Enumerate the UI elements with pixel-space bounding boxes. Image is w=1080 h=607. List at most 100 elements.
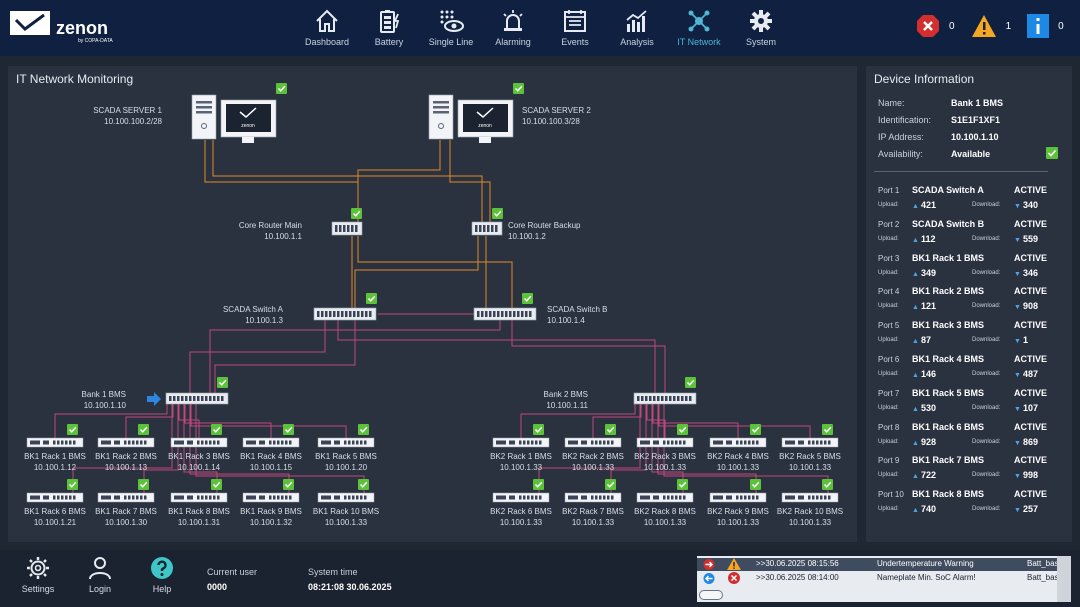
upload-label: Upload:	[878, 404, 899, 411]
port-row: Port 1 SCADA Switch A ACTIVE Upload: ▲ 421 Dow…	[878, 185, 1056, 218]
status-ok-icon-box	[822, 424, 833, 435]
bank1-hub-port	[181, 396, 184, 401]
bank1-rack-8-port	[209, 495, 212, 500]
bank2-rack-5	[781, 437, 839, 448]
info-icon[interactable]	[1027, 14, 1050, 38]
port-state: ACTIVE	[1014, 320, 1048, 331]
bank2-rack-5-label: BK2 Rack 5 BMS 10.100.1.33	[750, 451, 870, 473]
download-number: 869	[1022, 436, 1038, 447]
alarm-row[interactable]: >>30.06.2025 08:14:00 Nameplate Min. SoC…	[697, 572, 1057, 585]
download-label: Download:	[972, 438, 1001, 445]
upload-label: Upload:	[878, 202, 899, 208]
download-number: 559	[1022, 233, 1038, 244]
warning-icon[interactable]	[971, 14, 997, 38]
bank1-rack-3-port	[213, 440, 216, 445]
switch-b-port	[485, 311, 488, 317]
upload-value: ▲ 530	[912, 403, 936, 413]
bank1-rack-1-port	[65, 440, 68, 445]
alarm-source: Batt_bas	[1027, 559, 1057, 568]
bank1-label: Bank 1 BMS 10.100.1.10	[82, 389, 126, 411]
settings-button[interactable]: Settings	[18, 556, 58, 594]
bank2-rack-8-port	[679, 495, 682, 500]
server-2-bay	[433, 101, 449, 104]
alarm-row[interactable]: >>30.06.2025 08:15:56 Undertemperature W…	[697, 558, 1057, 571]
upload-label: Upload:	[878, 472, 899, 479]
port-state: ACTIVE	[1014, 489, 1048, 500]
bank2-link-row2-4	[663, 404, 829, 493]
port-row: Port 2 SCADA Switch B ACTIVE Upload: ▲ 112 Dow…	[878, 219, 1056, 252]
status-ok-icon	[276, 83, 287, 94]
upload-value: ▲ 112	[912, 234, 935, 244]
bank2-rack-9-port	[744, 495, 747, 500]
port-device-name: BK1 Rack 3 BMS	[912, 320, 985, 331]
bank2-rack-7-port	[611, 495, 614, 500]
device-availability: Available	[951, 149, 991, 159]
bank2-rack-1-port	[527, 440, 530, 445]
upload-arrow-icon: ▲	[912, 338, 919, 346]
upload-number: 121	[920, 301, 936, 312]
bank1-link-row1-3	[184, 404, 272, 438]
bank2-rack-1	[492, 437, 550, 448]
bank1-rack-5-slot	[321, 440, 331, 445]
login-button[interactable]: Login	[80, 556, 120, 594]
bank2-rack-8	[636, 492, 694, 503]
upload-arrow-icon: ▲	[912, 405, 919, 413]
server-2-label-ip: 10.100.100.3/28	[522, 117, 580, 126]
upload-value: ▲ 87	[912, 335, 931, 345]
server-2-stand	[479, 137, 491, 143]
download-number: 340	[1022, 200, 1038, 210]
bank1-rack-9-slot	[259, 495, 265, 500]
download-value: ▼ 869	[1014, 437, 1038, 447]
port-row: Port 7 BK1 Rack 5 BMS ACTIVE Upload: ▲ 530 Dow…	[878, 388, 1056, 421]
status-ok-icon-box	[533, 424, 544, 435]
router-main	[331, 221, 363, 236]
upload-value: ▲ 121	[912, 301, 936, 311]
bank2-rack-7-slot	[581, 495, 587, 500]
help-button[interactable]: Help	[142, 556, 182, 594]
bank1-rack-3-port	[217, 440, 220, 445]
alarm-text: Undertemperature Warning	[877, 559, 974, 568]
bank2-rack-8-slot	[640, 495, 650, 500]
status-ok-icon	[358, 424, 369, 435]
bank1-hub-port	[201, 396, 204, 401]
help-label: Help	[152, 584, 172, 594]
bank1-rack-8-port	[205, 495, 208, 500]
router-main-port	[343, 225, 346, 232]
alarm-scrollbar[interactable]	[1057, 556, 1071, 602]
bank1-rack-2-slot	[101, 440, 111, 445]
bank2-rack-6-slot	[509, 495, 515, 500]
bank2-label-ip: 10.100.1.11	[546, 401, 588, 410]
bank1-rack-1-port	[69, 440, 72, 445]
bank2-hub-port	[649, 396, 652, 401]
download-number: 346	[1022, 267, 1038, 278]
bank1-rack-2-port	[128, 440, 131, 445]
bank2-hub-port	[657, 396, 660, 401]
alarm-hscroll-handle[interactable]	[699, 590, 723, 600]
switch-b-port	[513, 311, 516, 317]
bank1-rack-2-slot	[114, 440, 120, 445]
bank2-rack-9-port	[756, 495, 759, 500]
bank2-hub-port	[641, 396, 644, 401]
link-switch-b-bank2	[511, 320, 666, 393]
switch-b-port	[509, 311, 512, 317]
bank2-rack-1-port	[523, 440, 526, 445]
bank1-rack-10-port	[352, 495, 355, 500]
bank1-hub-port	[213, 396, 216, 401]
bank2-rack-9-port	[736, 495, 739, 500]
server-1-screen-text: zenon	[241, 123, 255, 129]
alarm-list[interactable]: >>30.06.2025 08:15:56 Undertemperature W…	[697, 556, 1071, 602]
bank1-rack-8-slot	[174, 495, 184, 500]
download-value: ▼ 257	[1014, 504, 1038, 514]
bank1-rack-9-port	[285, 495, 288, 500]
bank1-rack-7-port	[136, 495, 139, 500]
download-number: 998	[1022, 470, 1038, 481]
error-count: 0	[949, 20, 955, 32]
error-icon[interactable]	[916, 14, 940, 38]
upload-number: 722	[920, 470, 936, 481]
switch-a-label-ip: 10.100.1.3	[245, 316, 283, 325]
bank1-rack-4-port	[289, 440, 292, 445]
bank2-rack-6	[492, 492, 550, 503]
bank2-rack-7-port	[591, 495, 594, 500]
bank1-rack-3-slot	[174, 440, 184, 445]
bank2-hub-port	[677, 396, 680, 401]
